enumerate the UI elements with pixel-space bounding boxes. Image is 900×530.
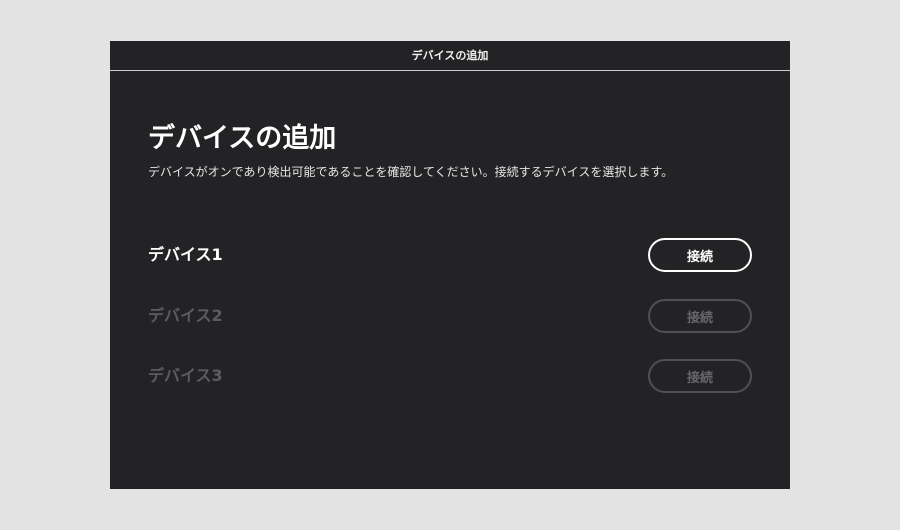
window-title: デバイスの追加 [411, 49, 489, 62]
device-name-1: デバイス1 [148, 245, 223, 264]
connect-button-device-1[interactable]: 接続 [648, 238, 752, 272]
device-row-1: デバイス1 接続 [148, 238, 752, 272]
device-name-3: デバイス3 [148, 366, 223, 385]
page-heading: デバイスの追加 [148, 123, 337, 154]
window-title-bar: デバイスの追加 [110, 41, 790, 71]
device-name-2: デバイス2 [148, 306, 223, 325]
connect-button-device-2: 接続 [648, 299, 752, 333]
add-device-window: デバイスの追加 デバイスの追加 デバイスがオンであり検出可能であることを確認して… [110, 41, 790, 489]
device-row-3: デバイス3 接続 [148, 359, 752, 393]
connect-button-device-3: 接続 [648, 359, 752, 393]
instruction-text: デバイスがオンであり検出可能であることを確認してください。接続するデバイスを選択… [148, 165, 674, 179]
dialog-content: デバイスの追加 デバイスがオンであり検出可能であることを確認してください。接続す… [148, 71, 752, 489]
device-row-2: デバイス2 接続 [148, 299, 752, 333]
